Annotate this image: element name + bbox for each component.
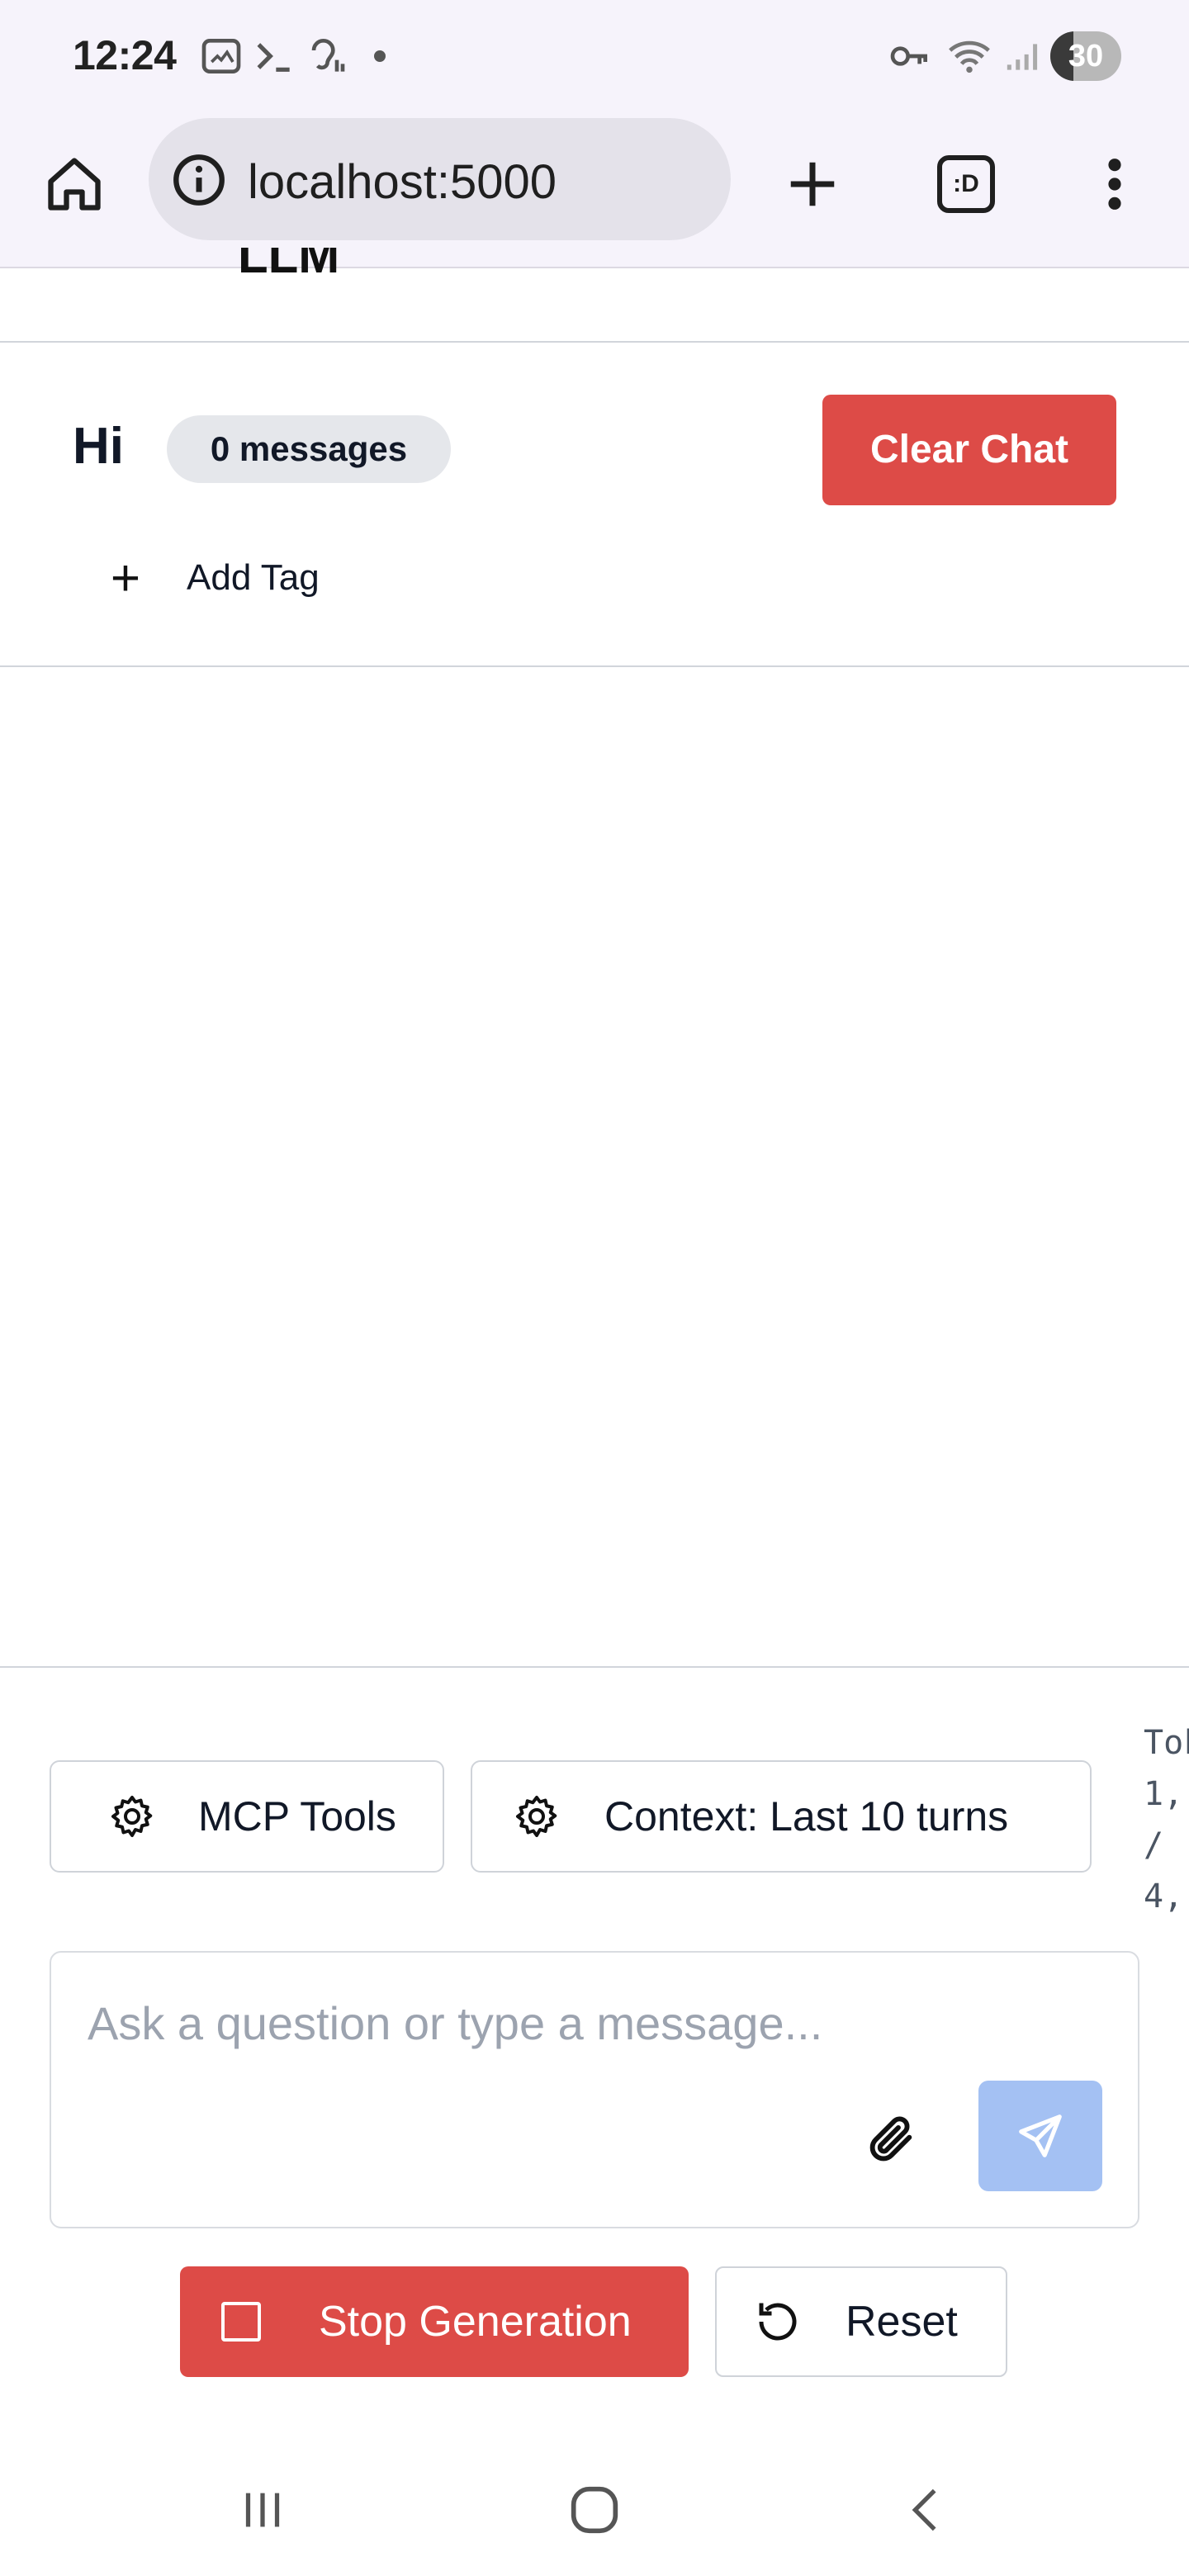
add-tag-label: Add Tag [187,557,320,598]
reset-icon [750,2294,806,2350]
home-nav-button[interactable] [553,2477,636,2543]
home-icon [48,158,101,211]
mcp-tools-button[interactable]: MCP Tools [50,1760,444,1873]
mcp-tools-label: MCP Tools [198,1793,396,1840]
more-menu-button[interactable] [1073,143,1156,225]
paperclip-icon [869,2116,912,2162]
tab-switcher-icon: :D [937,155,995,213]
chat-title: Hi [73,418,124,475]
vpn-key-icon [890,46,927,66]
site-info-icon[interactable] [170,151,228,209]
reset-label: Reset [846,2298,958,2346]
back-icon [912,2488,936,2531]
message-count-badge: 0 messages [167,415,451,483]
screenshot-icon [201,39,241,73]
reset-button[interactable]: Reset [715,2266,1007,2377]
clear-chat-button[interactable]: Clear Chat [822,395,1116,505]
system-nav-bar [0,2444,1189,2576]
send-icon [1019,2114,1062,2157]
gear-icon [101,1785,163,1848]
send-button[interactable] [978,2081,1102,2191]
status-bar: 12:24 30 [0,0,1189,111]
status-time: 12:24 [73,32,177,78]
gear-icon [505,1785,568,1848]
stop-generation-button[interactable]: Stop Generation [180,2266,689,2377]
message-list[interactable] [0,667,1189,1666]
message-input-container [50,1951,1139,2228]
header-divider [0,341,1189,343]
recent-apps-icon [245,2493,280,2527]
terminal-icon [257,43,290,72]
token-counter: Tok 1, / 4, [1144,1724,1189,1915]
signal-icon [1007,44,1038,70]
tab-switcher-button[interactable]: :D [925,143,1007,225]
back-button[interactable] [883,2477,966,2543]
dot-icon [374,50,386,62]
add-tag-button[interactable]: + Add Tag [92,545,320,611]
context-button[interactable]: Context: Last 10 turns [471,1760,1092,1873]
app-title-partial: LLM [238,248,340,283]
address-bar[interactable]: localhost:5000 [149,118,731,240]
message-input[interactable] [88,1986,831,2134]
new-tab-button[interactable] [771,143,854,225]
battery-indicator: 30 [1050,31,1121,81]
stop-generation-label: Stop Generation [319,2298,632,2346]
plus-icon: + [110,549,141,607]
battery-level: 30 [1068,39,1104,73]
hearing-icon [311,39,345,72]
browser-toolbar: localhost:5000 :D [0,111,1189,268]
url-text[interactable]: localhost:5000 [248,154,557,210]
recent-apps-button[interactable] [221,2477,304,2543]
home-circle-icon [571,2486,618,2534]
wifi-icon [949,40,990,73]
new-tab-icon [790,162,835,206]
composer-divider [0,1666,1189,1668]
attach-file-button[interactable] [855,2101,929,2176]
home-button[interactable] [33,143,116,225]
stop-icon [221,2302,261,2342]
more-menu-icon [1108,159,1121,210]
context-label: Context: Last 10 turns [604,1793,1009,1840]
